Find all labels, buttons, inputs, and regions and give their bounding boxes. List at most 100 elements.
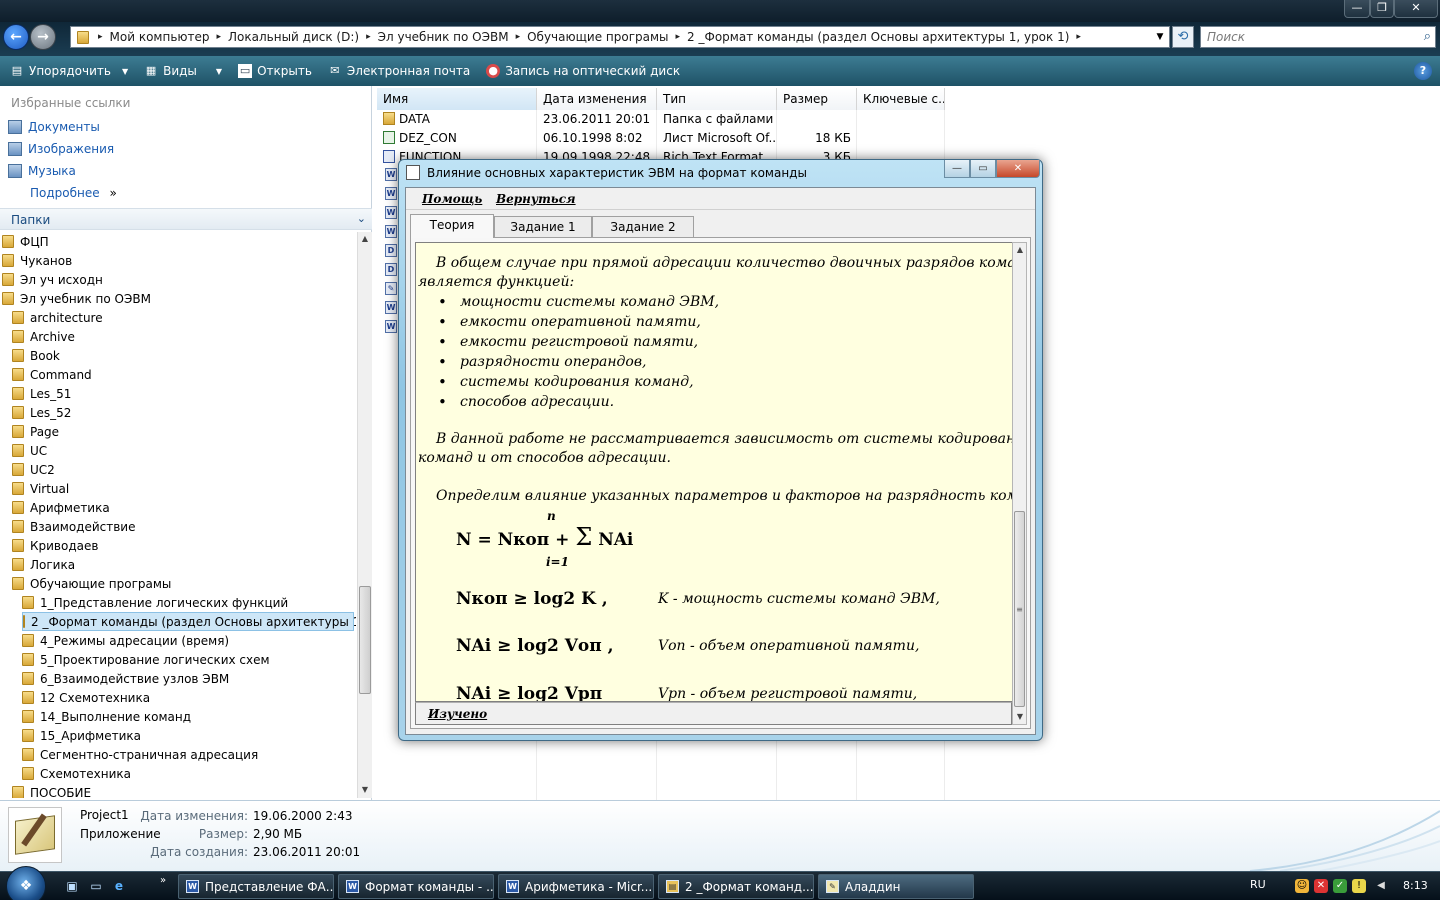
theory-scrollbar[interactable]: ▲ ≡ ▼ [1012, 242, 1027, 725]
breadcrumb-item[interactable]: Мой компьютер [106, 30, 214, 44]
refresh-icon[interactable]: ⟲ [1172, 26, 1194, 48]
column-header-keywords[interactable]: Ключевые с... [857, 88, 945, 110]
document-icon[interactable]: D [385, 263, 397, 276]
taskbar-button[interactable]: ✎ Аладдин [818, 874, 974, 899]
tray-update-icon[interactable]: ! [1352, 879, 1366, 893]
burn-button[interactable]: ● Запись на оптический диск [478, 64, 688, 78]
tray-app-icon[interactable]: ☺ [1295, 879, 1309, 893]
word-document-icon[interactable]: W [385, 168, 397, 181]
tree-item[interactable]: Les_52 [12, 403, 71, 422]
tree-item[interactable]: Взаимодействие [12, 517, 135, 536]
folders-header[interactable]: Папки ⌄ [0, 208, 372, 230]
tab-task-2[interactable]: Задание 2 [592, 216, 694, 237]
taskbar-button[interactable]: W Представление ФА... [178, 874, 334, 899]
tree-item[interactable]: Archive [12, 327, 75, 346]
word-document-icon[interactable]: W [385, 187, 397, 200]
tree-item[interactable]: Схемотехника [22, 764, 131, 783]
word-document-icon[interactable]: W [385, 320, 397, 333]
theory-text-view[interactable]: В общем случае при прямой адресации коли… [415, 242, 1012, 702]
tree-item[interactable]: ПОСОБИЕ [12, 783, 91, 798]
table-row[interactable]: DATA 23.06.2011 20:01 Папка с файлами [377, 110, 857, 129]
tree-item[interactable]: 2 _Формат команды (раздел Основы архитек… [22, 612, 356, 631]
address-field[interactable]: ▸ Мой компьютер ▸ Локальный диск (D:) ▸ … [70, 26, 1170, 48]
maximize-button[interactable]: ❐ [1370, 0, 1394, 18]
breadcrumb-item[interactable]: Обучающие програмы [523, 30, 672, 44]
taskbar-button[interactable]: W Формат команды - ... [338, 874, 494, 899]
tree-item[interactable]: Эл учебник по ОЭВМ [2, 289, 151, 308]
address-dropdown-icon[interactable]: ▼ [1152, 27, 1168, 47]
tree-item[interactable]: UC [12, 441, 47, 460]
tree-item[interactable]: Эл уч исходн [2, 270, 103, 289]
table-row[interactable]: DEZ_CON 06.10.1998 8:02 Лист Microsoft Of.… [377, 129, 857, 148]
favorite-documents[interactable]: Документы [8, 120, 100, 134]
clock[interactable]: 8:13 [1403, 879, 1428, 892]
tab-theory[interactable]: Теория [410, 214, 494, 238]
column-header-size[interactable]: Размер [777, 88, 857, 110]
dialog-maximize-button[interactable]: ▭ [970, 160, 996, 178]
internet-explorer-icon[interactable]: e [111, 878, 127, 894]
tree-item[interactable]: Command [12, 365, 92, 384]
open-button[interactable]: ▭ Открыть [230, 64, 320, 78]
word-document-icon[interactable]: W [385, 301, 397, 314]
tray-antivirus-icon[interactable]: ✕ [1314, 879, 1328, 893]
scroll-thumb[interactable]: ≡ [1014, 511, 1025, 707]
tree-item[interactable]: Book [12, 346, 60, 365]
tree-item[interactable]: ФЦП [2, 232, 49, 251]
favorite-music[interactable]: Музыка [8, 164, 76, 178]
organize-button[interactable]: ▤ Упорядочить ▼ [2, 64, 136, 78]
breadcrumb-item[interactable]: 2 _Формат команды (раздел Основы архитек… [683, 30, 1073, 44]
tree-item[interactable]: Логика [12, 555, 75, 574]
forward-button[interactable]: → [30, 24, 56, 50]
scroll-up-icon[interactable]: ▲ [358, 232, 372, 246]
help-icon[interactable]: ? [1414, 62, 1432, 80]
tree-item[interactable]: 4_Режимы адресации (время) [22, 631, 229, 650]
tree-scrollbar[interactable]: ▲ ▼ [357, 232, 372, 798]
back-button[interactable]: ← [3, 24, 29, 50]
email-button[interactable]: ✉ Электронная почта [320, 64, 478, 78]
tree-item[interactable]: Криводаев [12, 536, 98, 555]
favorite-pictures[interactable]: Изображения [8, 142, 114, 156]
scroll-down-icon[interactable]: ▼ [358, 783, 372, 797]
tree-item[interactable]: 14_Выполнение команд [22, 707, 191, 726]
dialog-minimize-button[interactable]: — [944, 160, 970, 178]
minimize-button[interactable]: — [1344, 0, 1370, 18]
tree-item[interactable]: 5_Проектирование логических схем [22, 650, 270, 669]
scroll-down-icon[interactable]: ▼ [1013, 710, 1027, 724]
quick-launch-more-icon[interactable]: » [160, 875, 166, 886]
tab-task-1[interactable]: Задание 1 [494, 216, 592, 237]
tree-item[interactable]: Page [12, 422, 59, 441]
tree-item[interactable]: Les_51 [12, 384, 71, 403]
tree-item[interactable]: Virtual [12, 479, 69, 498]
tree-item[interactable]: UC2 [12, 460, 55, 479]
scroll-thumb[interactable] [359, 586, 371, 694]
menu-help[interactable]: Помощь [422, 192, 482, 206]
tree-item[interactable]: 12 Схемотехника [22, 688, 150, 707]
start-button[interactable]: ❖ [6, 866, 46, 900]
scroll-up-icon[interactable]: ▲ [1013, 243, 1027, 257]
tree-item[interactable]: 6_Взаимодействие узлов ЭВМ [22, 669, 229, 688]
tray-network-icon[interactable]: ✓ [1333, 879, 1347, 893]
close-button[interactable]: ✕ [1394, 0, 1438, 18]
tree-item[interactable]: 15_Арифметика [22, 726, 141, 745]
views-button[interactable]: ▦ Виды ▼ [136, 64, 230, 78]
search-icon[interactable]: ⌕ [1424, 29, 1431, 44]
volume-icon[interactable]: ◀ [1374, 879, 1388, 893]
tree-item[interactable]: Чуканов [2, 251, 72, 270]
tree-item[interactable]: Обучающие програмы [12, 574, 171, 593]
tree-item[interactable]: Арифметика [12, 498, 110, 517]
word-document-icon[interactable]: W [385, 206, 397, 219]
menu-back[interactable]: Вернуться [496, 192, 576, 206]
breadcrumb-item[interactable]: Эл учебник по ОЭВМ [374, 30, 513, 44]
tree-item[interactable]: architecture [12, 308, 103, 327]
show-desktop-icon[interactable]: ▣ [64, 878, 80, 894]
taskbar-button[interactable]: W Арифметика - Micr... [498, 874, 654, 899]
language-indicator[interactable]: RU [1250, 878, 1266, 891]
column-header-date[interactable]: Дата изменения [537, 88, 657, 110]
taskbar-button[interactable]: ▤ 2 _Формат команд... [658, 874, 814, 899]
word-document-icon[interactable]: W [385, 225, 397, 238]
application-icon[interactable]: ✎ [385, 282, 397, 295]
column-header-type[interactable]: Тип [657, 88, 777, 110]
breadcrumb-item[interactable]: Локальный диск (D:) [224, 30, 363, 44]
tree-item[interactable]: Сегментно-страничная адресация [22, 745, 258, 764]
column-header-name[interactable]: Имя [377, 88, 537, 110]
